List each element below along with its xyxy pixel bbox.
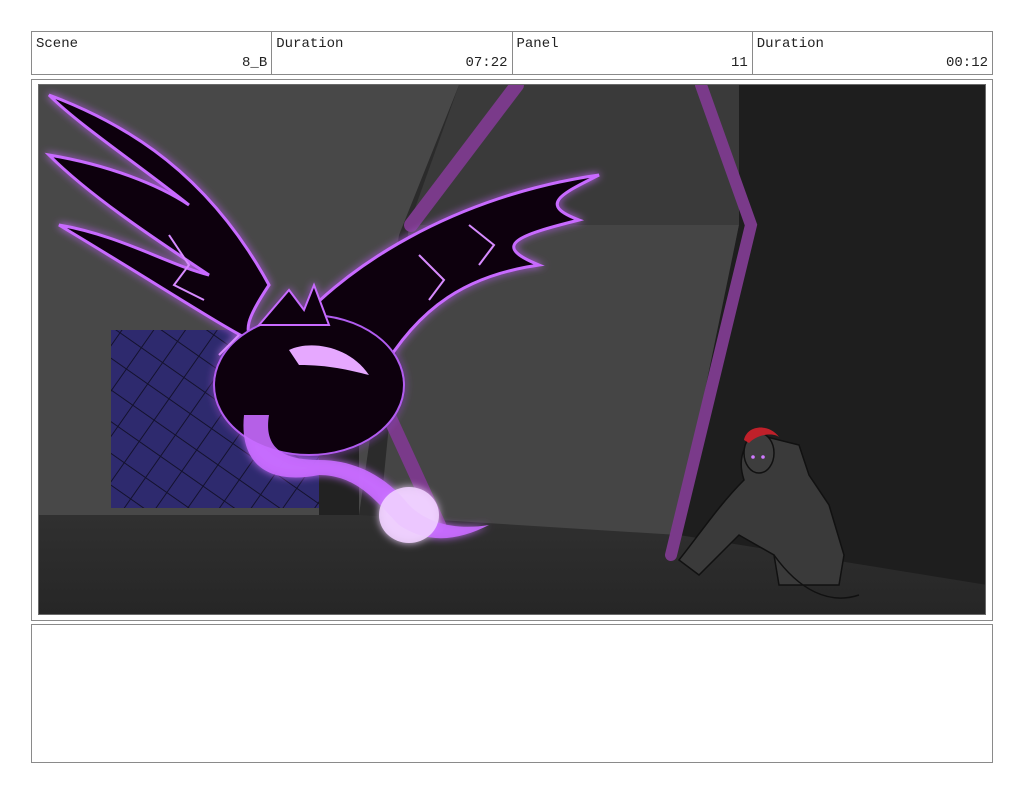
panel-notes-box[interactable]	[31, 624, 993, 763]
panel-illustration	[39, 85, 985, 614]
panel-cell: Panel 11	[513, 32, 753, 74]
scene-label: Scene	[36, 36, 79, 52]
panel-label: Panel	[516, 36, 559, 52]
scene-duration-label: Duration	[276, 36, 344, 52]
storyboard-header: Scene 8_B Duration 07:22 Panel 11 Durati…	[31, 31, 993, 75]
panel-value: 11	[730, 55, 748, 71]
scene-cell: Scene 8_B	[32, 32, 273, 74]
scene-value: 8_B	[242, 55, 268, 71]
storyboard-panel-drawing	[38, 84, 986, 615]
scene-duration-cell: Duration 07:22	[272, 32, 513, 74]
panel-duration-value: 00:12	[945, 55, 988, 71]
scene-duration-value: 07:22	[465, 55, 508, 71]
panel-duration-label: Duration	[756, 36, 824, 52]
panel-duration-cell: Duration 00:12	[753, 32, 992, 74]
